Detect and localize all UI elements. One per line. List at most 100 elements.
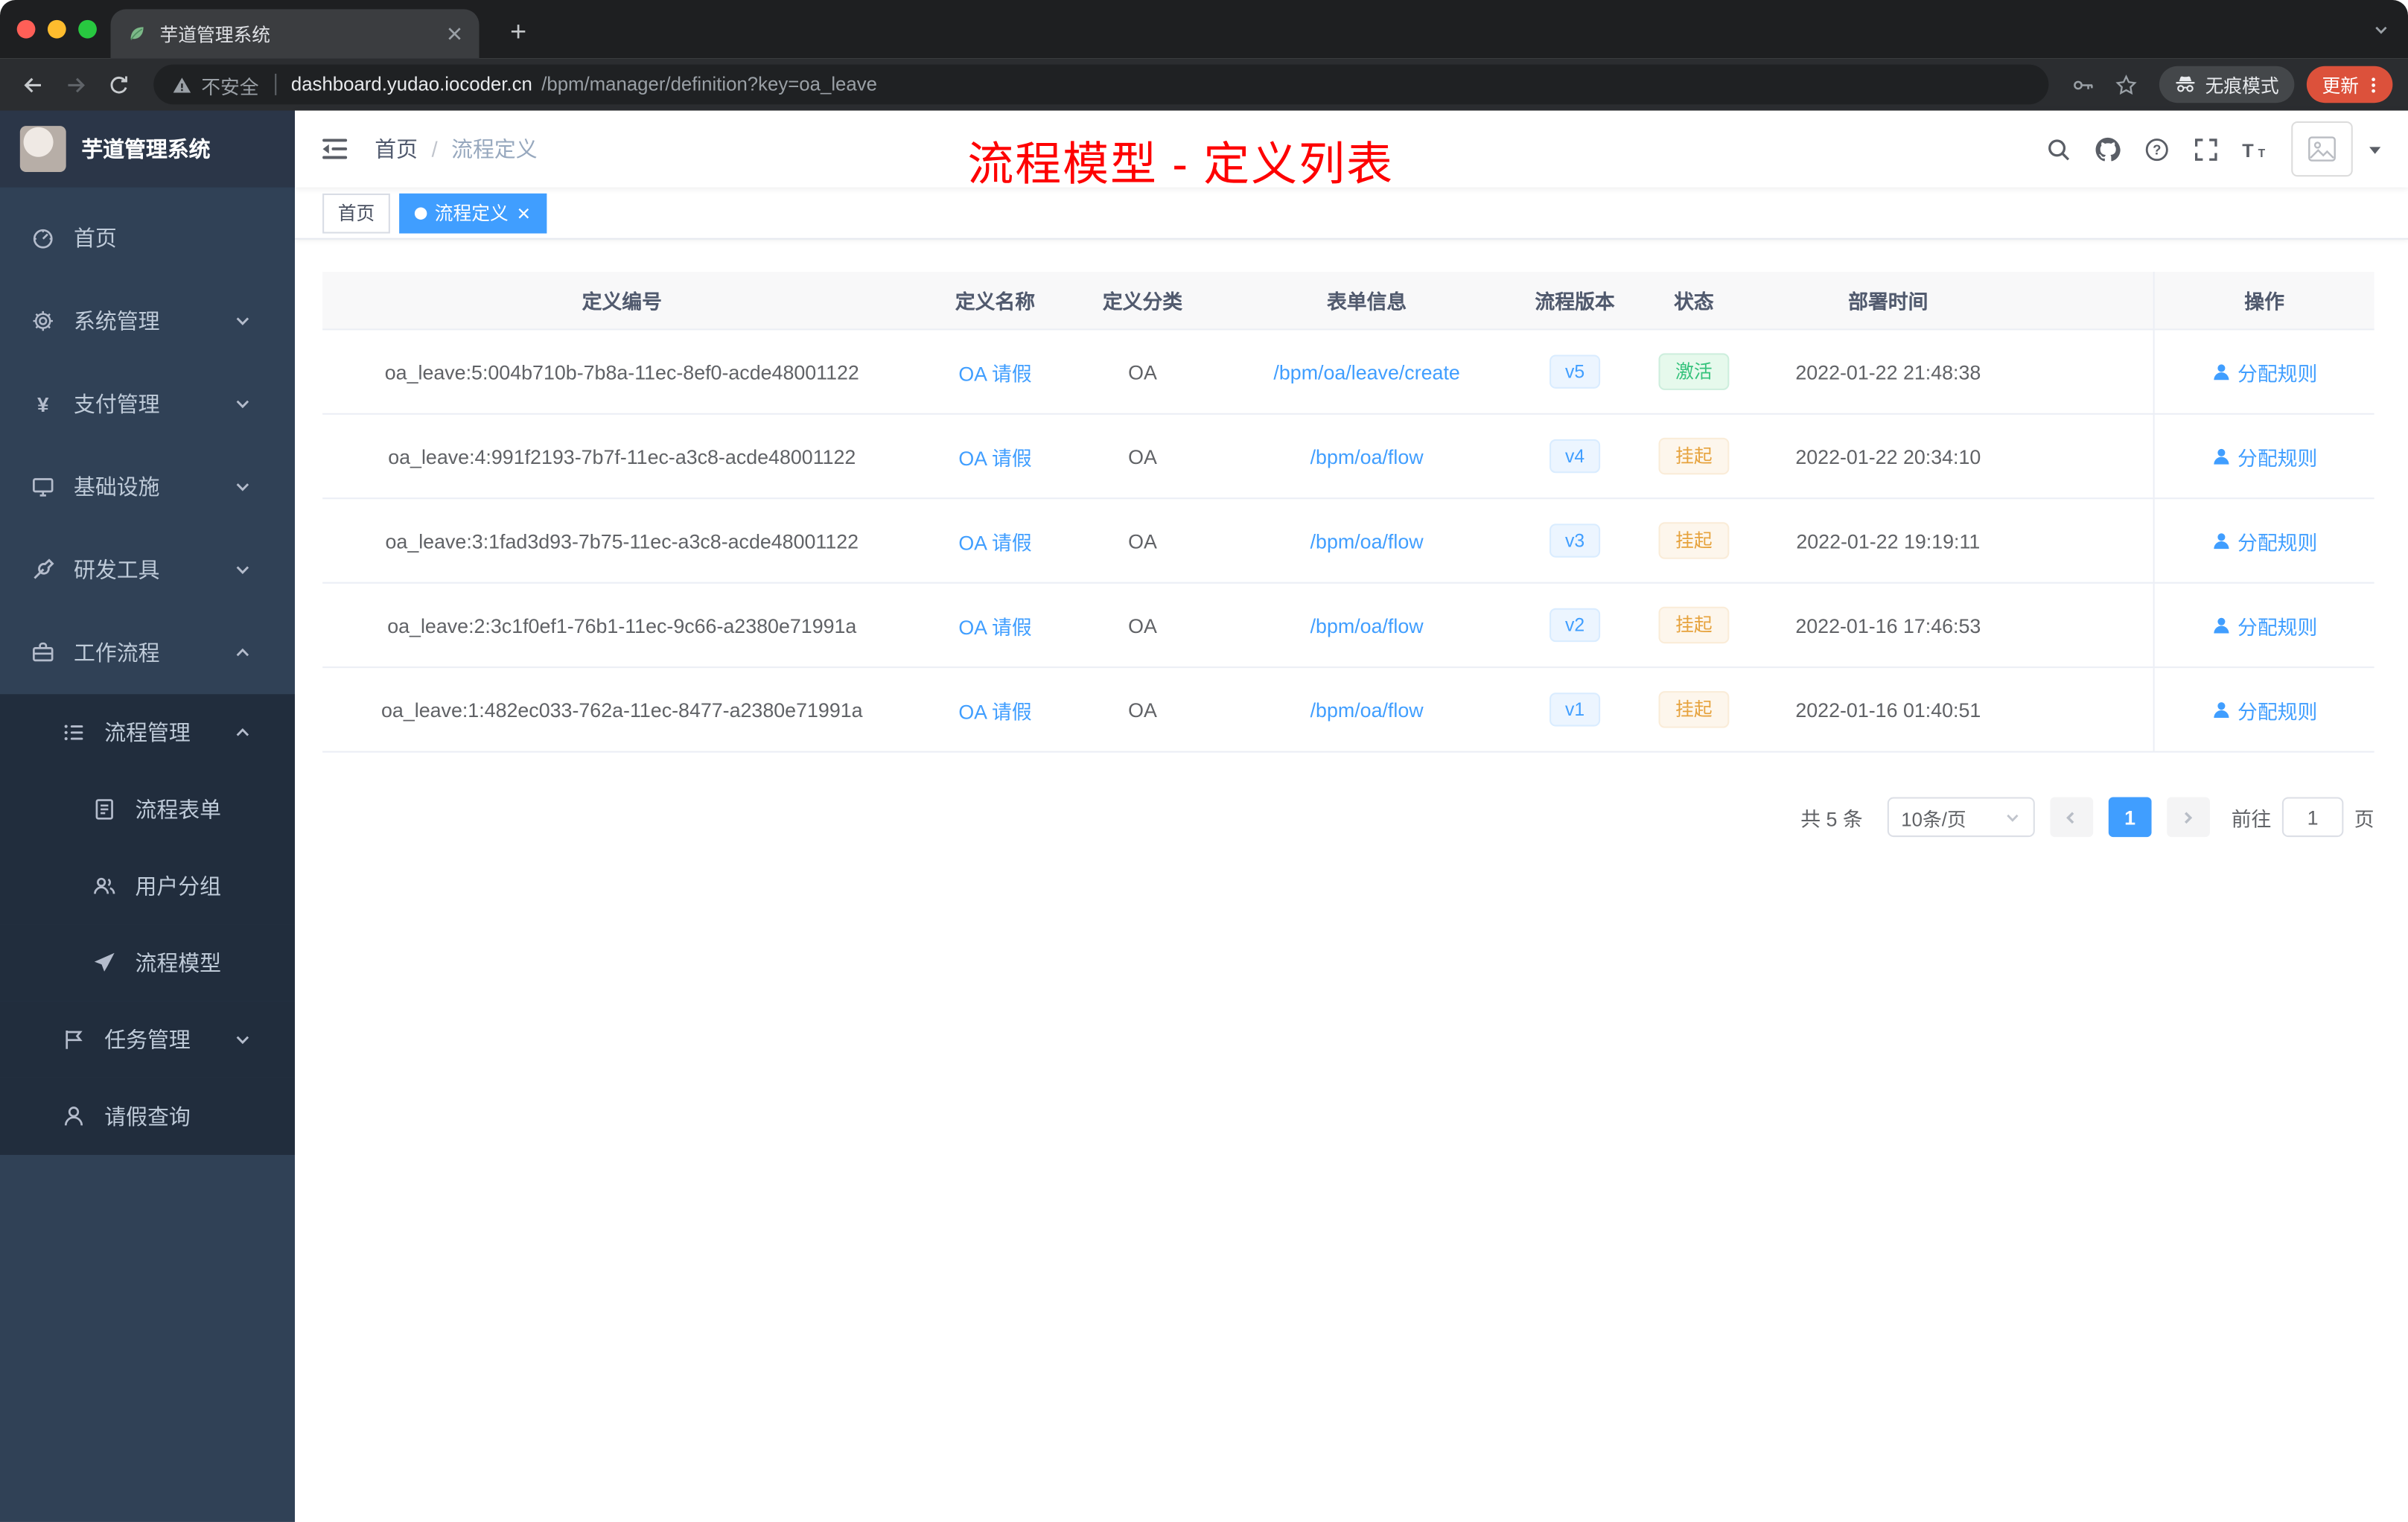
user-filled-icon: [2211, 446, 2232, 466]
sidebar-item-task-mgmt[interactable]: 任务管理: [0, 1001, 295, 1078]
sidebar-item-process-form[interactable]: 流程表单: [0, 771, 295, 848]
refresh-button[interactable]: [98, 65, 138, 105]
help-icon[interactable]: ?: [2144, 136, 2170, 162]
forward-button[interactable]: [55, 65, 95, 105]
address-bar[interactable]: 不安全 dashboard.yudao.iocoder.cn/bpm/manag…: [153, 64, 2049, 105]
cell-filler: [2021, 415, 2153, 497]
close-window-button[interactable]: [16, 19, 36, 39]
fullscreen-icon[interactable]: [2193, 136, 2219, 162]
form-link[interactable]: /bpm/oa/flow: [1310, 614, 1424, 637]
tab-close-icon[interactable]: [445, 25, 464, 43]
avatar[interactable]: [2291, 121, 2353, 177]
key-icon: [2072, 73, 2095, 96]
sidebar-item-process-mgmt[interactable]: 流程管理: [0, 694, 295, 771]
sidebar-toggle-icon[interactable]: [319, 133, 350, 164]
definition-name-link[interactable]: OA 请假: [958, 526, 1031, 555]
broken-image-icon: [2307, 133, 2337, 164]
user-filled-icon: [2211, 699, 2232, 719]
assign-rule-link[interactable]: 分配规则: [2211, 526, 2317, 555]
chevron-down-icon: [234, 1031, 252, 1049]
security-label[interactable]: 不安全: [201, 70, 258, 99]
main-area: 首页 / 流程定义 ? TT 流程模型 - 定义列表 首页 流程定义 定义编号 …: [295, 110, 2408, 1522]
prev-page-button[interactable]: [2050, 797, 2094, 838]
chevron-up-icon: [234, 643, 252, 662]
status-badge: 激活: [1658, 353, 1730, 390]
chevron-right-icon: [2180, 809, 2197, 826]
chevron-down-icon: [234, 477, 252, 496]
tab-search-icon[interactable]: [2373, 22, 2390, 39]
cell-filler: [2021, 499, 2153, 582]
sidebar-item-system[interactable]: 系统管理: [0, 279, 295, 362]
page-size-value: 10条/页: [1901, 808, 1966, 830]
cell-filler: [2021, 668, 2153, 751]
definition-name-link[interactable]: OA 请假: [958, 357, 1031, 386]
sidebar-item-label: 流程模型: [135, 950, 222, 975]
goto-page-input[interactable]: [2281, 797, 2344, 838]
tag-0[interactable]: 首页: [322, 192, 390, 233]
caret-down-icon[interactable]: [2366, 141, 2383, 158]
back-button[interactable]: [13, 65, 53, 105]
new-tab-button[interactable]: [500, 14, 534, 48]
breadcrumb-home[interactable]: 首页: [375, 133, 418, 164]
sidebar-item-label: 首页: [74, 226, 117, 251]
page-size-select[interactable]: 10条/页: [1887, 797, 2035, 838]
zoom-window-button[interactable]: [78, 19, 97, 39]
definition-name-link[interactable]: OA 请假: [958, 611, 1031, 640]
table-header-cell: 定义名称: [955, 290, 1036, 313]
app-root: 芋道管理系统 首页 系统管理 ¥ 支付管理 基础设施 研发工具 工作流程 流程管理 流程表单 用户…: [0, 110, 2408, 1522]
cell-definition-id: oa_leave:3:1fad3d93-7b75-11ec-a3c8-acde4…: [385, 529, 859, 553]
update-label: 更新: [2322, 74, 2359, 96]
tool-icon: [31, 558, 55, 582]
font-size-icon[interactable]: TT: [2242, 136, 2268, 162]
sidebar-item-payment[interactable]: ¥ 支付管理: [0, 363, 295, 445]
definition-name-link[interactable]: OA 请假: [958, 695, 1031, 724]
sidebar-item-infrastructure[interactable]: 基础设施: [0, 445, 295, 528]
page-title-overlay: 流程模型 - 定义列表: [967, 139, 1395, 191]
update-menu-button[interactable]: 更新: [2306, 66, 2393, 104]
current-page[interactable]: 1: [2108, 797, 2152, 838]
yen-icon: ¥: [31, 392, 55, 416]
form-link[interactable]: /bpm/oa/flow: [1310, 698, 1424, 721]
monitor-icon: [31, 474, 55, 499]
form-link[interactable]: /bpm/oa/flow: [1310, 445, 1424, 468]
task-icon: [62, 1028, 86, 1052]
assign-rule-link[interactable]: 分配规则: [2211, 695, 2317, 724]
sidebar-item-process-model[interactable]: 流程模型: [0, 924, 295, 1002]
definition-name-link[interactable]: OA 请假: [958, 442, 1031, 471]
table-header-cell: 定义分类: [1102, 290, 1183, 313]
sidebar: 芋道管理系统 首页 系统管理 ¥ 支付管理 基础设施 研发工具 工作流程 流程管理 流程表单 用户…: [0, 110, 295, 1522]
assign-rule-link[interactable]: 分配规则: [2211, 357, 2317, 386]
sidebar-item-label: 支付管理: [74, 391, 160, 416]
sidebar-item-user-group[interactable]: 用户分组: [0, 847, 295, 925]
tag-label: 首页: [337, 203, 375, 225]
cell-deploy-time: 2022-01-16 01:40:51: [1795, 698, 1981, 722]
form-link[interactable]: /bpm/oa/leave/create: [1273, 360, 1459, 383]
bookmark-star-button[interactable]: [2107, 65, 2147, 105]
search-icon[interactable]: [2045, 136, 2071, 162]
browser-tab[interactable]: 芋道管理系统: [110, 9, 480, 59]
assign-rule-link[interactable]: 分配规则: [2211, 611, 2317, 640]
cell-definition-id: oa_leave:2:3c1f0ef1-76b1-11ec-9c66-a2380…: [387, 613, 857, 637]
minimize-window-button[interactable]: [47, 19, 66, 39]
github-icon[interactable]: [2095, 136, 2121, 162]
sidebar-item-label: 研发工具: [74, 557, 160, 582]
next-page-button[interactable]: [2167, 797, 2210, 838]
sidebar-item-label: 流程表单: [135, 797, 222, 822]
status-badge: 挂起: [1658, 691, 1730, 728]
sidebar-item-leave-query[interactable]: 请假查询: [0, 1077, 295, 1155]
sidebar-item-label: 用户分组: [135, 873, 222, 899]
send-icon: [92, 951, 117, 975]
sidebar-item-devtools[interactable]: 研发工具: [0, 529, 295, 611]
sidebar-item-home[interactable]: 首页: [0, 197, 295, 279]
password-key-button[interactable]: [2064, 65, 2104, 105]
version-badge: v1: [1549, 692, 1600, 727]
sidebar-item-workflow[interactable]: 工作流程: [0, 611, 295, 694]
breadcrumb: 首页 / 流程定义: [375, 133, 537, 164]
form-link[interactable]: /bpm/oa/flow: [1310, 529, 1424, 553]
tag-active[interactable]: 流程定义: [399, 192, 547, 233]
table-header-cell: 状态: [1674, 290, 1714, 313]
pagination: 共 5 条 10条/页 1 前往 页: [322, 797, 2374, 838]
assign-rule-link[interactable]: 分配规则: [2211, 442, 2317, 471]
version-badge: v2: [1549, 608, 1600, 643]
incognito-badge: 无痕模式: [2159, 66, 2295, 104]
